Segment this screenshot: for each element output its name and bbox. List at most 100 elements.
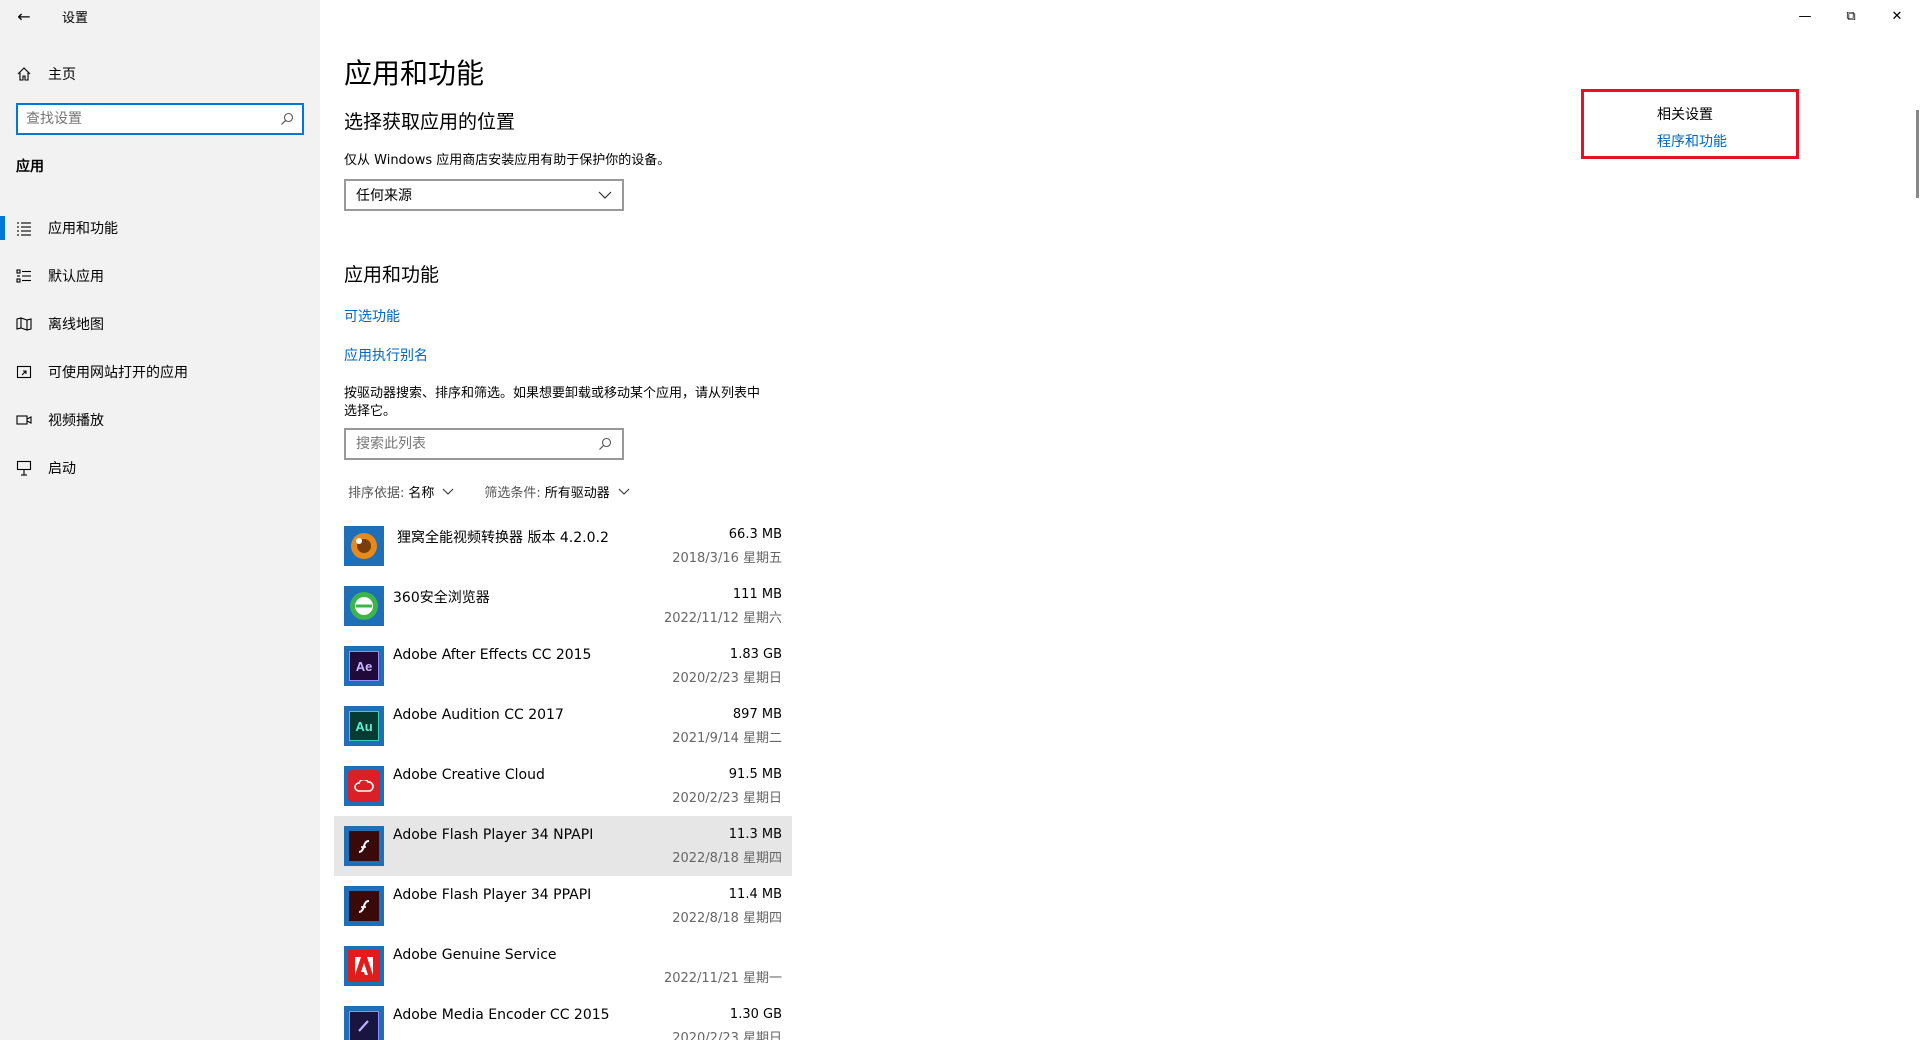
app-name: Adobe Flash Player 34 NPAPI: [393, 827, 594, 843]
programs-and-features-link[interactable]: 程序和功能: [1657, 131, 1727, 151]
app-install-date: 2018/3/16 星期五: [672, 551, 782, 566]
app-list-item[interactable]: Adobe Media Encoder CC 2015 1.30 GB 2020…: [334, 996, 792, 1040]
sidebar-item-startup[interactable]: 启动: [0, 444, 320, 492]
app-name: Adobe Audition CC 2017: [393, 707, 564, 723]
flash-player-icon: [344, 826, 384, 866]
media-encoder-icon: [344, 1006, 384, 1040]
app-name: Adobe Genuine Service: [393, 947, 557, 963]
app-name: 狸窝全能视频转换器 版本 4.2.0.2: [397, 530, 609, 546]
app-name: Adobe Creative Cloud: [393, 767, 545, 783]
back-arrow-icon: ←: [17, 6, 31, 26]
settings-search-input[interactable]: [26, 111, 280, 127]
search-icon[interactable]: [598, 437, 612, 451]
app-size: 11.4 MB: [728, 887, 782, 902]
home-label: 主页: [48, 67, 76, 83]
close-button[interactable]: ✕: [1874, 0, 1920, 32]
sidebar-nav: 应用和功能 默认应用 离线地图 可使用网站打开的应用 视频播放 启动: [0, 204, 320, 492]
sidebar-item-label: 可使用网站打开的应用: [48, 365, 188, 381]
apps-list-icon: [17, 222, 31, 236]
minimize-button[interactable]: —: [1782, 0, 1828, 32]
sidebar-item-label: 应用和功能: [48, 221, 118, 237]
related-settings-title: 相关设置: [1657, 107, 1713, 123]
related-settings-panel: 相关设置 程序和功能: [1581, 89, 1799, 159]
sidebar-item-offline-maps[interactable]: 离线地图: [0, 300, 320, 348]
sort-label: 排序依据:: [348, 486, 405, 501]
app-name: Adobe After Effects CC 2015: [393, 647, 592, 663]
sidebar-item-label: 离线地图: [48, 317, 104, 333]
app-size: 897 MB: [732, 707, 782, 722]
title-bar: ← 设置: [0, 0, 320, 32]
close-icon: ✕: [1891, 8, 1903, 24]
optional-features-link[interactable]: 可选功能: [344, 306, 400, 326]
sidebar: ← 设置 主页 应用 应用和功能: [0, 0, 320, 1040]
location-heading: 选择获取应用的位置: [344, 111, 516, 133]
app-size: 91.5 MB: [728, 767, 782, 782]
page-title: 应用和功能: [344, 57, 485, 90]
app-list-item[interactable]: Adobe Creative Cloud 91.5 MB 2020/2/23 星…: [334, 756, 792, 816]
sidebar-item-label: 视频播放: [48, 413, 104, 429]
video-icon: [16, 415, 32, 425]
chevron-down-icon: [598, 191, 612, 199]
app-name: 360安全浏览器: [393, 590, 490, 606]
settings-search-box[interactable]: [16, 103, 304, 135]
section-label: 应用: [16, 159, 44, 175]
window-title: 设置: [62, 10, 89, 26]
app-list-search-input[interactable]: [356, 436, 598, 452]
sidebar-item-website-apps[interactable]: 可使用网站打开的应用: [0, 348, 320, 396]
app-list-item[interactable]: Au Adobe Audition CC 2017 897 MB 2021/9/…: [334, 696, 792, 756]
chevron-down-icon: [443, 488, 454, 495]
filter-dropdown[interactable]: 筛选条件: 所有驱动器: [484, 482, 630, 501]
window-controls: — ⧉ ✕: [1782, 0, 1920, 32]
restore-button[interactable]: ⧉: [1828, 0, 1874, 32]
app-list-item[interactable]: Adobe Flash Player 34 NPAPI 11.3 MB 2022…: [334, 816, 792, 876]
audition-icon: Au: [344, 706, 384, 746]
app-source-dropdown[interactable]: 任何来源: [344, 179, 624, 211]
app-size: 1.30 GB: [729, 1007, 782, 1022]
after-effects-icon: Ae: [344, 646, 384, 686]
app-list-item[interactable]: 狸窝全能视频转换器 版本 4.2.0.2 66.3 MB 2018/3/16 星…: [334, 516, 792, 576]
app-install-date: 2020/2/23 星期日: [672, 671, 782, 686]
restore-icon: ⧉: [1846, 8, 1856, 24]
chevron-down-icon: [618, 488, 630, 495]
map-icon: [16, 317, 32, 331]
sort-value: 名称: [408, 486, 435, 501]
creative-cloud-icon: [344, 766, 384, 806]
filter-label: 筛选条件:: [484, 486, 541, 501]
app-list-search-box[interactable]: [344, 428, 624, 460]
location-description: 仅从 Windows 应用商店安装应用有助于保护你的设备。: [344, 153, 671, 168]
sidebar-item-video-playback[interactable]: 视频播放: [0, 396, 320, 444]
startup-icon: [16, 460, 32, 476]
list-description-line1: 按驱动器搜索、排序和筛选。如果想要卸载或移动某个应用，请从列表中: [344, 386, 761, 401]
sort-dropdown[interactable]: 排序依据: 名称: [348, 482, 454, 501]
app-source-value: 任何来源: [356, 188, 412, 204]
list-description-line2: 选择它。: [344, 404, 397, 419]
flash-player-icon: [344, 886, 384, 926]
home-nav-item[interactable]: 主页: [0, 56, 320, 92]
app-install-date: 2020/2/23 星期日: [672, 791, 782, 806]
back-button[interactable]: ←: [0, 0, 48, 32]
app-list-item[interactable]: Adobe Genuine Service 2022/11/21 星期一: [334, 936, 792, 996]
app-execution-aliases-link[interactable]: 应用执行别名: [344, 345, 428, 365]
home-icon: [17, 67, 31, 81]
app-list-item[interactable]: 360安全浏览器 111 MB 2022/11/12 星期六: [334, 576, 792, 636]
apps-features-heading: 应用和功能: [344, 264, 440, 286]
app-list-item[interactable]: Ae Adobe After Effects CC 2015 1.83 GB 2…: [334, 636, 792, 696]
filter-value: 所有驱动器: [544, 486, 610, 501]
app-list-item[interactable]: Adobe Flash Player 34 PPAPI 11.4 MB 2022…: [334, 876, 792, 936]
sidebar-item-label: 默认应用: [48, 269, 104, 285]
app-size: 111 MB: [732, 587, 782, 602]
app-install-date: 2022/8/18 星期四: [672, 911, 782, 926]
sidebar-item-apps-features[interactable]: 应用和功能: [0, 204, 320, 252]
app-name: Adobe Flash Player 34 PPAPI: [393, 887, 592, 903]
sidebar-item-default-apps[interactable]: 默认应用: [0, 252, 320, 300]
app-list: 狸窝全能视频转换器 版本 4.2.0.2 66.3 MB 2018/3/16 星…: [334, 516, 792, 1040]
scrollbar[interactable]: [1916, 110, 1919, 198]
adobe-logo-icon: [344, 946, 384, 986]
app-name: Adobe Media Encoder CC 2015: [393, 1007, 610, 1023]
app-size: 66.3 MB: [728, 527, 782, 542]
app-size: 1.83 GB: [729, 647, 782, 662]
search-icon[interactable]: [280, 112, 294, 126]
minimize-icon: —: [1798, 8, 1812, 24]
app-install-date: 2022/8/18 星期四: [672, 851, 782, 866]
sort-filter-row: 排序依据: 名称 筛选条件: 所有驱动器: [348, 482, 660, 501]
